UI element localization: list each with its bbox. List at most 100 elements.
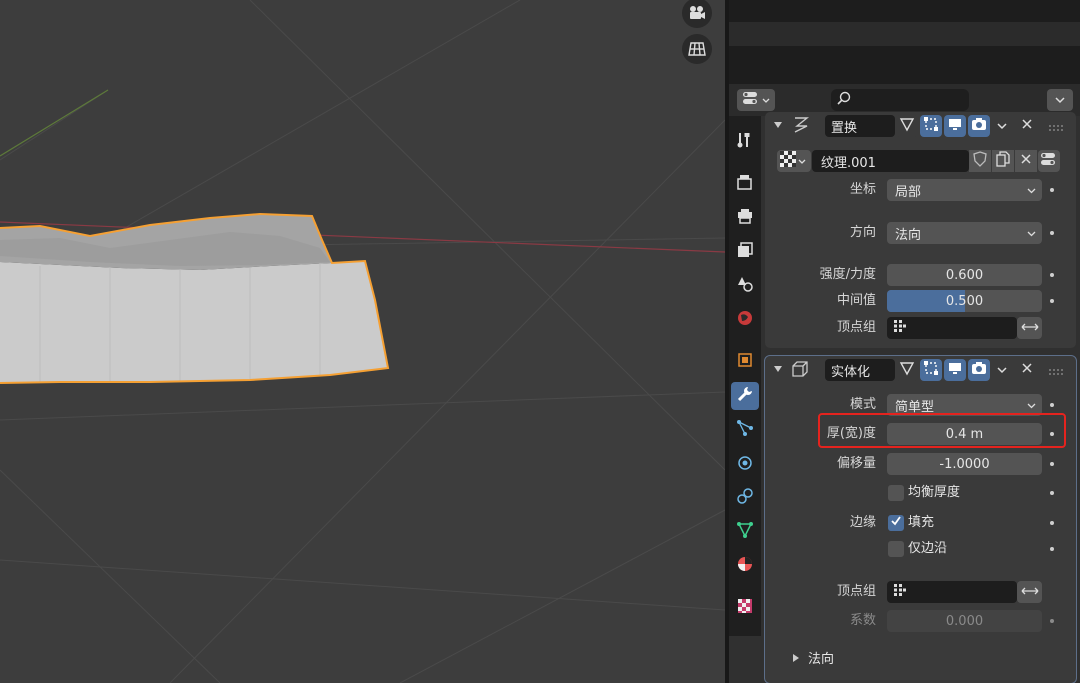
fake-user-button[interactable] xyxy=(969,150,991,172)
direction-dropdown[interactable]: 法向 xyxy=(887,222,1042,244)
keyframe-dot[interactable] xyxy=(1050,273,1054,277)
annotation-highlight-box xyxy=(818,413,1066,448)
coords-dropdown[interactable]: 局部 xyxy=(887,179,1042,201)
properties-tabs xyxy=(729,116,761,636)
rim-only-checkbox[interactable] xyxy=(888,541,904,557)
keyframe-dot[interactable] xyxy=(1050,462,1054,466)
drag-handle-icon[interactable] xyxy=(1049,120,1063,135)
midlevel-slider[interactable]: 0.500 xyxy=(887,290,1042,312)
checkmark-icon xyxy=(890,515,902,531)
render-toggle[interactable] xyxy=(968,115,990,137)
offset-field[interactable]: -1.0000 xyxy=(887,453,1042,475)
show-texture-properties-button[interactable] xyxy=(1038,150,1060,172)
collapse-arrow-icon[interactable] xyxy=(773,363,783,378)
unlink-texture-button[interactable] xyxy=(1015,150,1037,172)
keyframe-dot[interactable] xyxy=(1050,188,1054,192)
keyframe-dot[interactable] xyxy=(1050,491,1054,495)
outliner-area xyxy=(729,0,1080,84)
vertex-group-field[interactable] xyxy=(887,581,1017,603)
properties-editor-icon xyxy=(742,91,760,109)
displace-modifier-icon xyxy=(793,116,809,138)
modifier-menu-button[interactable] xyxy=(991,359,1013,381)
remove-modifier-button[interactable] xyxy=(1016,115,1038,137)
material-icon xyxy=(736,555,754,577)
tab-world[interactable] xyxy=(731,306,759,334)
mode-value: 简单型 xyxy=(895,399,935,415)
render-toggle[interactable] xyxy=(968,359,990,381)
constraints-icon xyxy=(736,487,754,509)
factor-value: 0.000 xyxy=(945,613,984,629)
output-icon xyxy=(736,207,754,229)
tab-texture[interactable] xyxy=(731,594,759,622)
invert-vertex-group-button[interactable] xyxy=(1017,317,1042,339)
view-layer-icon xyxy=(736,241,754,263)
edit-mode-toggle[interactable] xyxy=(920,359,942,381)
normals-subpanel-header[interactable]: 法向 xyxy=(808,648,834,667)
tool-icon xyxy=(736,131,754,153)
keyframe-dot[interactable] xyxy=(1050,231,1054,235)
strength-value: 0.600 xyxy=(945,267,984,283)
monitor-icon xyxy=(947,116,963,136)
expand-arrow-icon[interactable] xyxy=(792,652,800,667)
editor-type-button[interactable] xyxy=(737,89,775,111)
modifier-name-field[interactable]: 实体化 xyxy=(825,359,895,381)
tab-particles[interactable] xyxy=(731,416,759,444)
tab-output[interactable] xyxy=(731,204,759,232)
invert-arrows-icon xyxy=(1021,585,1039,600)
remove-modifier-button[interactable] xyxy=(1016,359,1038,381)
data-icon xyxy=(736,521,754,543)
search-input[interactable] xyxy=(855,93,955,107)
3d-viewport[interactable] xyxy=(0,0,725,683)
vertex-group-field[interactable] xyxy=(887,317,1017,339)
keyframe-dot[interactable] xyxy=(1050,619,1054,623)
vertex-triangle-icon xyxy=(899,116,915,136)
factor-field[interactable]: 0.000 xyxy=(887,610,1042,632)
texture-name-text: 纹理.001 xyxy=(821,155,876,171)
tab-object[interactable] xyxy=(731,348,759,376)
tab-render[interactable] xyxy=(731,170,759,198)
drag-handle-icon[interactable] xyxy=(1049,364,1063,379)
camera-icon xyxy=(687,3,707,23)
options-dropdown-button[interactable] xyxy=(1047,89,1073,111)
properties-editor: 置换 纹理.001 坐标 局部 方向 法向 强度/力度 0.600 中间值 0.… xyxy=(729,0,1080,683)
edit-cage-toggle[interactable] xyxy=(896,115,918,137)
edit-cage-toggle[interactable] xyxy=(896,359,918,381)
tab-physics[interactable] xyxy=(731,450,759,478)
tab-modifiers[interactable] xyxy=(731,382,759,410)
edit-mode-icon xyxy=(923,360,939,380)
collapse-arrow-icon[interactable] xyxy=(773,119,783,134)
vertex-group-icon xyxy=(892,582,908,602)
strength-field[interactable]: 0.600 xyxy=(887,264,1042,286)
even-thickness-checkbox[interactable] xyxy=(888,485,904,501)
midlevel-value: 0.500 xyxy=(945,293,984,309)
keyframe-dot[interactable] xyxy=(1050,299,1054,303)
realtime-toggle[interactable] xyxy=(944,359,966,381)
tab-view-layer[interactable] xyxy=(731,238,759,266)
tab-scene[interactable] xyxy=(731,272,759,300)
ortho-toggle-button[interactable] xyxy=(682,34,712,64)
invert-arrows-icon xyxy=(1021,321,1039,336)
realtime-toggle[interactable] xyxy=(944,115,966,137)
tab-constraints[interactable] xyxy=(731,484,759,512)
modifier-menu-button[interactable] xyxy=(991,115,1013,137)
duplicate-texture-button[interactable] xyxy=(992,150,1014,172)
panel-header: 置换 xyxy=(765,112,1076,138)
coords-label: 坐标 xyxy=(849,182,876,197)
modifier-name-field[interactable]: 置换 xyxy=(825,115,895,137)
tab-tool[interactable] xyxy=(731,128,759,156)
texture-browse-button[interactable] xyxy=(777,150,811,172)
tab-data[interactable] xyxy=(731,518,759,546)
checker-texture-icon xyxy=(780,151,796,171)
keyframe-dot[interactable] xyxy=(1050,403,1054,407)
invert-vertex-group-button[interactable] xyxy=(1017,581,1042,603)
scene-icon xyxy=(736,275,754,297)
keyframe-dot[interactable] xyxy=(1050,547,1054,551)
keyframe-dot[interactable] xyxy=(1050,521,1054,525)
modifier-wrench-icon xyxy=(736,385,754,407)
tab-material[interactable] xyxy=(731,552,759,580)
edit-mode-toggle[interactable] xyxy=(920,115,942,137)
texture-name-field[interactable]: 纹理.001 xyxy=(812,150,969,172)
fill-rim-checkbox[interactable] xyxy=(888,515,904,531)
displace-modifier-panel: 置换 纹理.001 坐标 局部 方向 法向 强度/力度 0.600 中间值 0.… xyxy=(765,112,1076,348)
search-field[interactable] xyxy=(831,89,969,111)
